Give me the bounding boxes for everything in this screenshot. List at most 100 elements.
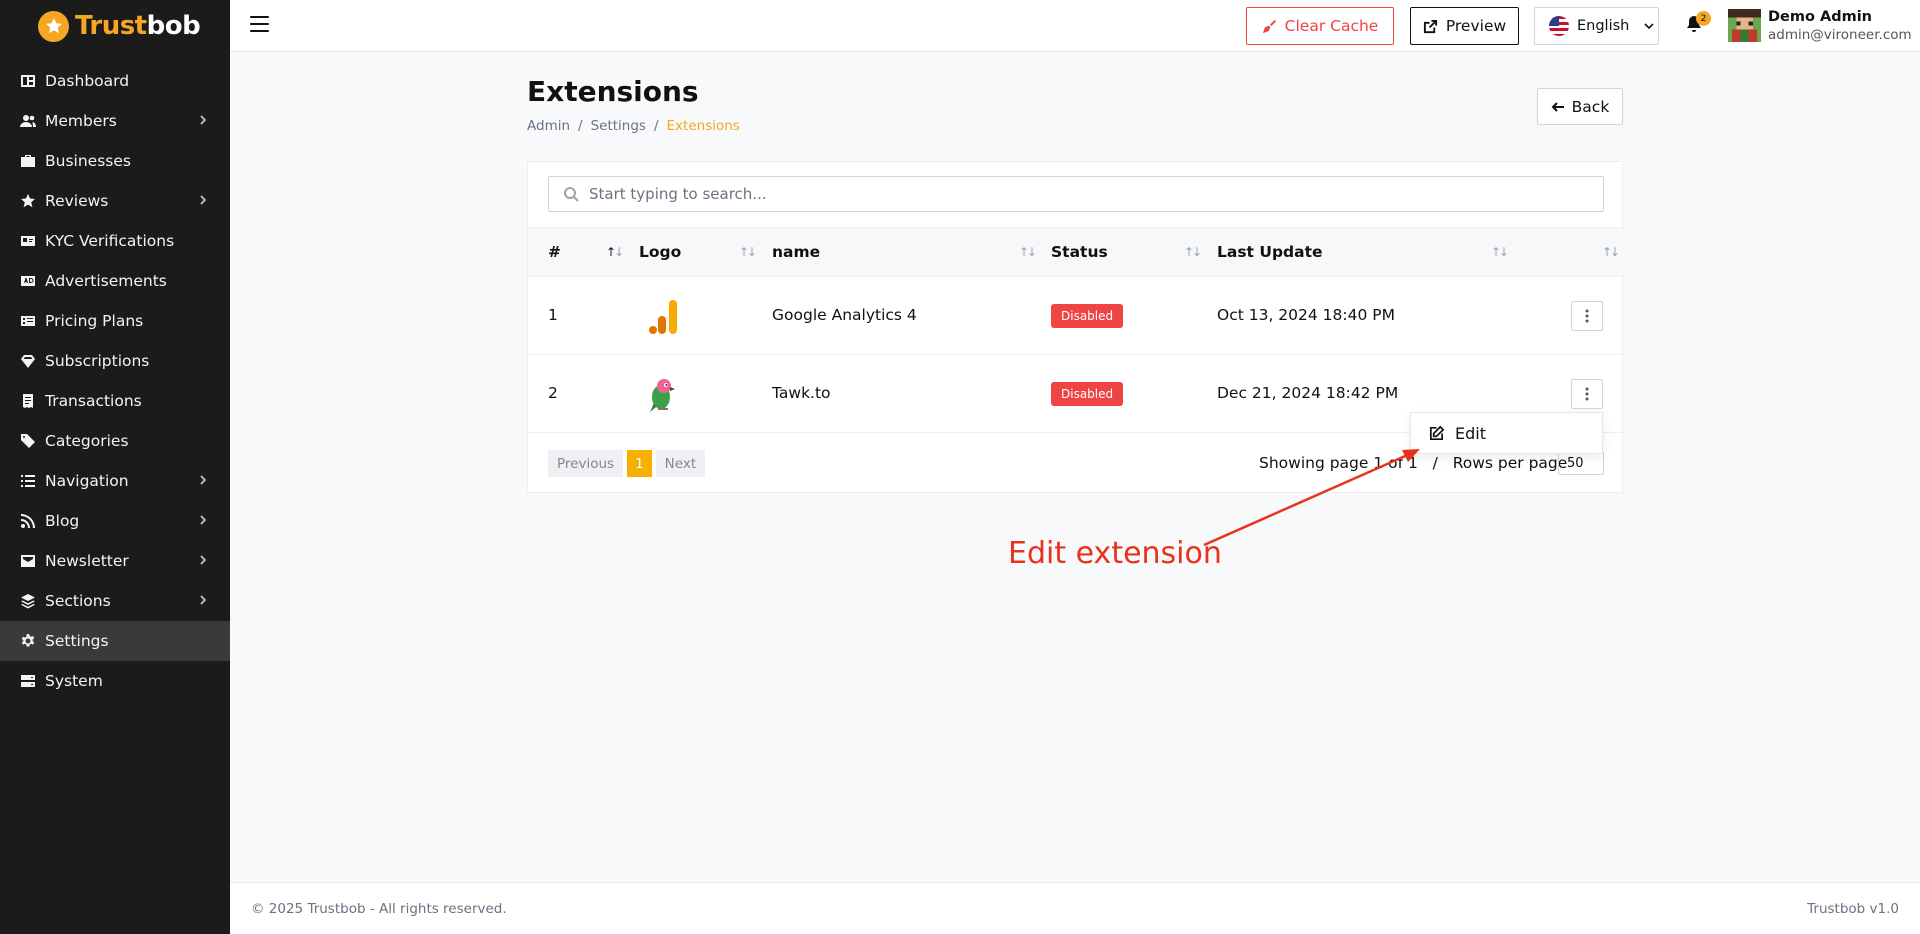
breadcrumb-settings[interactable]: Settings xyxy=(591,118,646,134)
sort-icon[interactable]: ↑↓ xyxy=(1602,245,1620,259)
more-vertical-icon xyxy=(1585,309,1589,323)
rows-per-page-select[interactable]: 50 xyxy=(1558,451,1604,475)
sort-icon[interactable]: ↑↓ xyxy=(1019,245,1037,259)
column-header-number[interactable]: # xyxy=(548,243,561,261)
edit-menu-item[interactable]: Edit xyxy=(1455,424,1486,443)
breadcrumb-admin[interactable]: Admin xyxy=(527,118,570,134)
sidebar-item-pricing-plans[interactable]: Pricing Plans xyxy=(0,301,230,341)
back-button[interactable]: Back xyxy=(1537,88,1623,125)
sidebar-item-kyc-verifications[interactable]: KYC Verifications xyxy=(0,221,230,261)
hamburger-menu-icon[interactable] xyxy=(250,16,269,32)
language-selector[interactable]: English xyxy=(1534,7,1659,45)
column-header-logo[interactable]: Logo xyxy=(639,243,681,261)
annotation-label: Edit extension xyxy=(1008,536,1222,571)
sidebar-item-label: Dashboard xyxy=(45,72,130,90)
chevron-right-icon xyxy=(196,513,210,527)
sort-icon[interactable]: ↑↓ xyxy=(606,245,624,259)
sidebar-nav: Dashboard Members Businesses Reviews KYC… xyxy=(0,61,230,701)
sidebar-item-label: Settings xyxy=(45,632,109,650)
brand-name: Trustbob xyxy=(75,11,201,41)
sidebar-item-sections[interactable]: Sections xyxy=(0,581,230,621)
chevron-right-icon xyxy=(196,553,210,567)
annotation-arrow xyxy=(1203,449,1420,547)
sidebar-item-members[interactable]: Members xyxy=(0,101,230,141)
breadcrumb-separator: / xyxy=(578,118,583,134)
column-header-last-update[interactable]: Last Update xyxy=(1217,243,1323,261)
sort-icon[interactable]: ↑↓ xyxy=(739,245,757,259)
sort-icon[interactable]: ↑↓ xyxy=(1491,245,1509,259)
rows-per-page-label: Rows per page xyxy=(1452,454,1568,472)
arrow-left-icon xyxy=(1551,101,1564,112)
brand-name-part1: Trust xyxy=(75,11,147,41)
user-email: admin@vironeer.com xyxy=(1768,27,1912,43)
sidebar-item-label: Reviews xyxy=(45,192,109,210)
column-header-name[interactable]: name xyxy=(772,243,820,261)
chevron-right-icon xyxy=(196,113,210,127)
users-icon xyxy=(20,113,36,129)
last-update: Dec 21, 2024 18:42 PM xyxy=(1217,384,1399,402)
sidebar-item-subscriptions[interactable]: Subscriptions xyxy=(0,341,230,381)
sidebar-item-label: Advertisements xyxy=(45,272,167,290)
sidebar-item-label: Sections xyxy=(45,592,111,610)
sidebar-item-settings[interactable]: Settings xyxy=(0,621,230,661)
back-label: Back xyxy=(1571,97,1610,116)
user-name[interactable]: Demo Admin xyxy=(1768,9,1872,25)
copyright-text: © 2025 Trustbob - All rights reserved. xyxy=(251,901,507,917)
sidebar-item-dashboard[interactable]: Dashboard xyxy=(0,61,230,101)
sidebar-item-newsletter[interactable]: Newsletter xyxy=(0,541,230,581)
sidebar-item-reviews[interactable]: Reviews xyxy=(0,181,230,221)
rows-per-page-value: 50 xyxy=(1567,455,1584,471)
breadcrumb-extensions: Extensions xyxy=(666,118,740,134)
sidebar-item-label: Members xyxy=(45,112,117,130)
sidebar-item-transactions[interactable]: Transactions xyxy=(0,381,230,421)
row-actions-button[interactable] xyxy=(1571,301,1603,331)
price-tag-icon xyxy=(20,313,36,329)
status-badge: Disabled xyxy=(1051,304,1124,328)
row-number: 1 xyxy=(548,306,558,324)
preview-button[interactable]: Preview xyxy=(1410,7,1519,45)
column-header-status[interactable]: Status xyxy=(1051,243,1108,261)
chevron-right-icon xyxy=(196,593,210,607)
previous-page-button[interactable]: Previous xyxy=(548,450,624,477)
tawk-to-logo-icon xyxy=(644,375,680,415)
sidebar: Trustbob Dashboard Members Businesses Re… xyxy=(0,0,230,934)
page-1-button[interactable]: 1 xyxy=(627,450,652,477)
sidebar-item-blog[interactable]: Blog xyxy=(0,501,230,541)
table-header: # ↑↓ Logo ↑↓ name ↑↓ Status ↑↓ Last Upda… xyxy=(528,227,1624,277)
sidebar-item-label: Blog xyxy=(45,512,80,530)
sidebar-item-categories[interactable]: Categories xyxy=(0,421,230,461)
star-icon xyxy=(20,193,36,209)
next-page-button[interactable]: Next xyxy=(655,450,706,477)
topbar: Clear Cache Preview English 2 Demo Admin… xyxy=(230,0,1920,52)
sidebar-item-label: Subscriptions xyxy=(45,352,150,370)
extension-name: Google Analytics 4 xyxy=(772,306,917,324)
dashboard-icon xyxy=(20,73,36,89)
id-card-icon xyxy=(20,233,36,249)
notifications-button[interactable]: 2 xyxy=(1684,11,1711,36)
pagination: Previous 1 Next xyxy=(548,450,706,477)
preview-label: Preview xyxy=(1445,17,1507,35)
ad-icon xyxy=(20,273,36,289)
sidebar-item-label: Pricing Plans xyxy=(45,312,144,330)
sidebar-item-system[interactable]: System xyxy=(0,661,230,701)
avatar[interactable] xyxy=(1728,9,1761,42)
external-link-icon xyxy=(1423,19,1437,33)
status-badge: Disabled xyxy=(1051,382,1124,406)
rss-icon xyxy=(20,513,36,529)
brand[interactable]: Trustbob xyxy=(0,0,230,52)
layers-icon xyxy=(20,593,36,609)
clear-cache-label: Clear Cache xyxy=(1284,17,1379,35)
sidebar-item-label: Newsletter xyxy=(45,552,129,570)
row-actions-button[interactable] xyxy=(1571,379,1603,409)
sort-icon[interactable]: ↑↓ xyxy=(1184,245,1202,259)
search-icon xyxy=(564,187,579,202)
sidebar-item-navigation[interactable]: Navigation xyxy=(0,461,230,501)
briefcase-icon xyxy=(20,153,36,169)
clear-cache-button[interactable]: Clear Cache xyxy=(1246,7,1394,45)
language-label: English xyxy=(1577,18,1630,34)
breadcrumb-separator: / xyxy=(653,118,659,134)
sidebar-item-businesses[interactable]: Businesses xyxy=(0,141,230,181)
sidebar-item-advertisements[interactable]: Advertisements xyxy=(0,261,230,301)
last-update: Oct 13, 2024 18:40 PM xyxy=(1217,306,1395,324)
search-input[interactable]: Start typing to search... xyxy=(548,176,1604,212)
